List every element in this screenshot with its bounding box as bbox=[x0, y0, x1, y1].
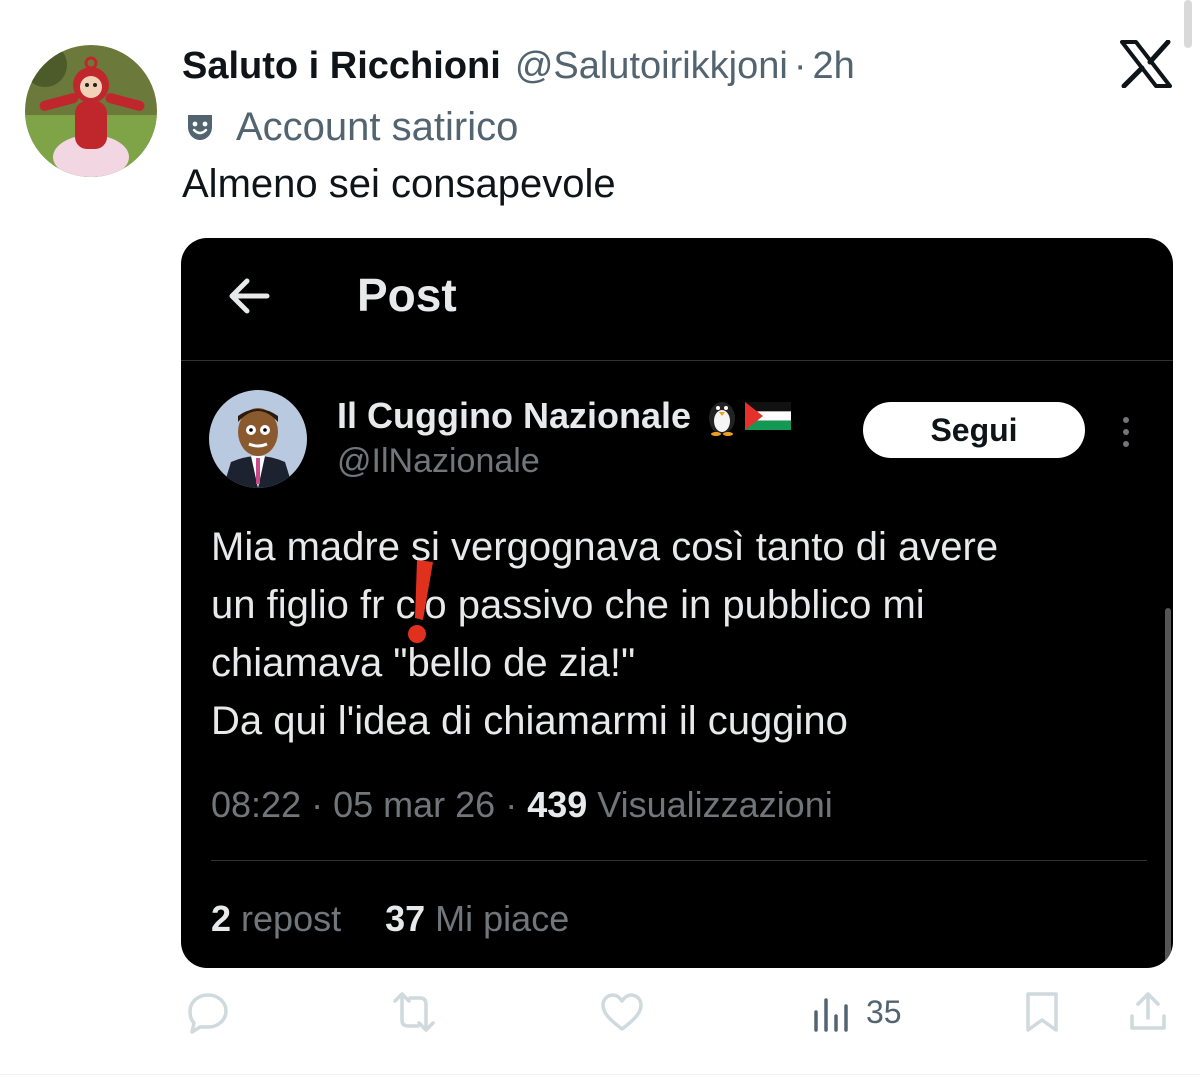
action-bar: 35 bbox=[0, 990, 1200, 1050]
like-button[interactable] bbox=[600, 990, 644, 1034]
teletubby-avatar-icon bbox=[25, 45, 157, 177]
meta-separator: · bbox=[301, 784, 334, 825]
retweet-button[interactable] bbox=[392, 990, 436, 1034]
bookmark-icon bbox=[1026, 992, 1058, 1032]
post-stats: 2 repost 37 Mi piace bbox=[211, 898, 569, 940]
like-icon bbox=[601, 993, 643, 1031]
cartoon-avatar-icon bbox=[209, 390, 307, 488]
retweet-icon bbox=[393, 992, 435, 1032]
attached-image[interactable]: Post Il Cuggino Nazionale @IlNazionale S… bbox=[181, 238, 1173, 968]
quoted-post-text: Mia madre si vergognava così tanto di av… bbox=[211, 525, 999, 743]
account-label: Account satirico bbox=[186, 102, 518, 152]
repost-count: 2 bbox=[211, 898, 232, 939]
reply-button[interactable] bbox=[186, 990, 230, 1034]
post-views-label: Visualizzazioni bbox=[587, 784, 833, 825]
quoted-author-avatar bbox=[209, 390, 307, 488]
bookmark-button[interactable] bbox=[1020, 990, 1064, 1034]
tweet-text: Almeno sei consapevole bbox=[182, 162, 616, 206]
post-time: 08:22 bbox=[211, 784, 302, 825]
palestine-flag-icon bbox=[745, 402, 792, 430]
post-views-count: 439 bbox=[527, 784, 588, 825]
like-label: Mi piace bbox=[425, 898, 570, 939]
quoted-author-handle: @IlNazionale bbox=[337, 442, 540, 480]
account-label-text: Account satirico bbox=[236, 104, 519, 149]
tweet-time[interactable]: 2h bbox=[812, 45, 854, 88]
author-avatar[interactable] bbox=[25, 45, 157, 177]
scrollbar[interactable] bbox=[1184, 0, 1192, 48]
divider bbox=[181, 360, 1173, 361]
meta-separator: · bbox=[495, 784, 528, 825]
tweet-header: Saluto i Ricchioni @Salutoirikkjoni · 2h bbox=[182, 40, 855, 92]
display-name[interactable]: Saluto i Ricchioni bbox=[182, 45, 501, 88]
views-count: 35 bbox=[866, 993, 902, 1030]
penguin-icon bbox=[705, 396, 739, 436]
views-icon bbox=[814, 998, 848, 1032]
screenshot-scrollbar bbox=[1165, 608, 1171, 968]
views-button[interactable]: 35 bbox=[810, 990, 902, 1034]
share-button[interactable] bbox=[1126, 990, 1170, 1034]
bottom-divider bbox=[0, 1074, 1200, 1075]
exclamation-mark-icon bbox=[403, 558, 437, 646]
like-count: 37 bbox=[385, 898, 426, 939]
quoted-author-name: Il Cuggino Nazionale bbox=[337, 395, 692, 436]
more-options-icon bbox=[1117, 414, 1135, 450]
x-logo-icon[interactable] bbox=[1120, 39, 1172, 89]
reply-icon bbox=[188, 993, 228, 1034]
post-meta: 08:22 · 05 mar 26 · 439 Visualizzazioni bbox=[211, 784, 833, 826]
repost-label: repost bbox=[231, 898, 342, 939]
share-icon bbox=[1130, 992, 1166, 1030]
screenshot-header-title: Post bbox=[357, 269, 457, 321]
quoted-author-line: Il Cuggino Nazionale bbox=[337, 392, 792, 440]
theater-masks-icon bbox=[186, 113, 214, 141]
follow-button: Segui bbox=[863, 402, 1085, 458]
post-date: 05 mar 26 bbox=[333, 784, 496, 825]
back-arrow-icon bbox=[227, 274, 271, 318]
user-handle[interactable]: @Salutoirikkjoni bbox=[515, 45, 788, 88]
divider bbox=[211, 860, 1147, 861]
separator-dot: · bbox=[793, 44, 807, 87]
